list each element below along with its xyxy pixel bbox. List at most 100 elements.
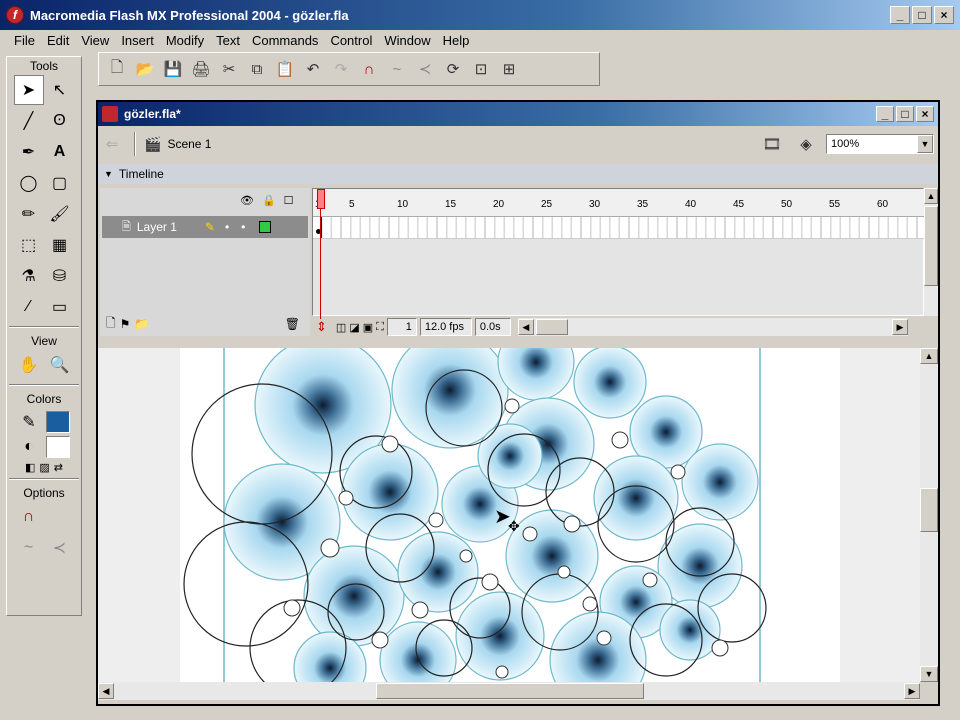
oval-tool-icon[interactable]: ◯: [14, 168, 44, 198]
edit-symbols-icon[interactable]: ◈: [792, 131, 820, 157]
open-folder-icon[interactable]: 📂: [131, 56, 159, 82]
edit-scene-icon[interactable]: 🎞: [758, 131, 786, 157]
eye-circle[interactable]: [397, 531, 479, 613]
small-circle[interactable]: [670, 464, 686, 480]
stage-vertical-scrollbar[interactable]: ▲ ▼: [920, 348, 938, 682]
copy-icon[interactable]: ⧉: [243, 56, 271, 82]
eye-circle[interactable]: [477, 423, 543, 489]
tl-scroll-right-icon[interactable]: ▶: [892, 319, 908, 335]
eye-circle[interactable]: [593, 455, 679, 541]
minimize-button[interactable]: _: [890, 6, 910, 24]
menu-window[interactable]: Window: [378, 33, 436, 48]
small-circle[interactable]: [596, 630, 612, 646]
scene-label[interactable]: Scene 1: [167, 137, 211, 151]
stage-hscroll-thumb[interactable]: [376, 683, 644, 699]
stage-scroll-left-icon[interactable]: ◀: [98, 683, 114, 699]
stroke-color-icon[interactable]: ✎: [18, 411, 40, 433]
zoom-dropdown-icon[interactable]: ▼: [917, 135, 933, 153]
eye-circle[interactable]: [341, 443, 439, 541]
stage-scroll-right-icon[interactable]: ▶: [904, 683, 920, 699]
stroke-color-swatch[interactable]: [46, 411, 70, 433]
onion-skin-icon[interactable]: ◫: [336, 321, 346, 334]
pen-tool-icon[interactable]: ✒: [14, 137, 44, 167]
save-icon[interactable]: 💾: [159, 56, 187, 82]
menu-insert[interactable]: Insert: [115, 33, 160, 48]
small-circle[interactable]: [381, 435, 399, 453]
swap-colors-icon[interactable]: ⇄: [54, 461, 63, 474]
lock-icon[interactable]: 🔒: [262, 194, 276, 207]
small-circle[interactable]: [522, 526, 538, 542]
modify-markers-icon[interactable]: ⛶: [376, 321, 384, 334]
zoom-select[interactable]: 100% ▼: [826, 134, 934, 154]
timeline-horizontal-scrollbar[interactable]: ◀ ▶: [517, 318, 908, 336]
straighten-icon[interactable]: ≺: [45, 533, 75, 563]
line-tool-icon[interactable]: ╱: [14, 106, 44, 136]
cut-icon[interactable]: ✂: [215, 56, 243, 82]
paint-bucket-tool-icon[interactable]: ⛁: [45, 261, 75, 291]
zoom-tool-icon[interactable]: 🔍: [45, 350, 75, 380]
center-frame-icon[interactable]: ⇕: [316, 319, 327, 335]
black-white-icon[interactable]: ◧: [25, 461, 35, 474]
small-circle[interactable]: [611, 431, 629, 449]
stage-scroll-down-icon[interactable]: ▼: [920, 666, 938, 682]
menu-commands[interactable]: Commands: [246, 33, 324, 48]
paste-icon[interactable]: 📋: [271, 56, 299, 82]
no-color-icon[interactable]: ▨: [39, 461, 49, 474]
snap-icon[interactable]: ∩: [355, 56, 383, 82]
collapse-triangle-icon[interactable]: ▼: [104, 169, 113, 179]
eye-circle[interactable]: [303, 545, 405, 647]
lasso-tool-icon[interactable]: ʘ: [45, 106, 75, 136]
eraser-tool-icon[interactable]: ▭: [45, 292, 75, 322]
insert-layer-icon[interactable]: 🗋: [106, 314, 116, 335]
tl-scroll-left-icon[interactable]: ◀: [517, 319, 534, 335]
small-circle[interactable]: [582, 596, 598, 612]
tl-scroll-up-icon[interactable]: ▲: [924, 188, 938, 204]
menu-view[interactable]: View: [75, 33, 115, 48]
fill-color-icon[interactable]: ◐: [18, 436, 40, 458]
layer-row[interactable]: 🗎 Layer 1 ✎ • •: [102, 216, 308, 238]
small-circle[interactable]: [504, 398, 520, 414]
scale-icon[interactable]: ⊡: [467, 56, 495, 82]
back-arrow-icon[interactable]: ⇐: [98, 131, 126, 157]
text-tool-icon[interactable]: A: [45, 137, 75, 167]
small-circle[interactable]: [711, 639, 729, 657]
pencil-tool-icon[interactable]: ✏: [14, 199, 44, 229]
doc-close-button[interactable]: ×: [916, 106, 934, 122]
small-circle[interactable]: [411, 601, 429, 619]
rectangle-tool-icon[interactable]: ▢: [45, 168, 75, 198]
menu-control[interactable]: Control: [324, 33, 378, 48]
frame-ruler[interactable]: 151015202530354045505560: [313, 189, 925, 217]
timeline-header[interactable]: ▼ Timeline: [98, 164, 938, 184]
insert-folder-icon[interactable]: 📁: [134, 317, 149, 331]
subselect-tool-icon[interactable]: ↖: [45, 75, 75, 105]
small-circle[interactable]: [459, 549, 473, 563]
hand-tool-icon[interactable]: ✋: [14, 350, 44, 380]
eye-circle[interactable]: [497, 348, 575, 401]
outline-icon[interactable]: ☐: [284, 194, 294, 207]
fill-transform-tool-icon[interactable]: ▦: [45, 230, 75, 260]
smooth-icon-tb[interactable]: ~: [383, 56, 411, 82]
eye-icon[interactable]: 👁: [240, 194, 254, 207]
menu-edit[interactable]: Edit: [41, 33, 75, 48]
playhead[interactable]: [317, 189, 325, 329]
tl-hscroll-thumb[interactable]: [535, 319, 568, 335]
add-guide-layer-icon[interactable]: ⚑: [120, 317, 131, 331]
small-circle[interactable]: [428, 512, 444, 528]
small-circle[interactable]: [371, 631, 389, 649]
stage-scroll-up-icon[interactable]: ▲: [920, 348, 938, 364]
visible-dot[interactable]: •: [225, 220, 229, 234]
timeline-vertical-scrollbar[interactable]: ▲: [924, 188, 938, 316]
small-circle[interactable]: [481, 573, 499, 591]
brush-tool-icon[interactable]: 🖌: [45, 199, 75, 229]
onion-outline-icon[interactable]: ◪: [349, 321, 359, 334]
eye-circle[interactable]: [379, 621, 457, 682]
stage-vscroll-thumb[interactable]: [920, 488, 938, 532]
maximize-button[interactable]: □: [912, 6, 932, 24]
small-circle[interactable]: [338, 490, 354, 506]
menu-file[interactable]: File: [8, 33, 41, 48]
small-circle[interactable]: [563, 515, 581, 533]
ink-bottle-tool-icon[interactable]: ⚗: [14, 261, 44, 291]
delete-layer-icon[interactable]: 🗑: [285, 317, 300, 331]
snap-magnet-icon[interactable]: ∩: [14, 502, 44, 532]
small-circle[interactable]: [320, 538, 340, 558]
